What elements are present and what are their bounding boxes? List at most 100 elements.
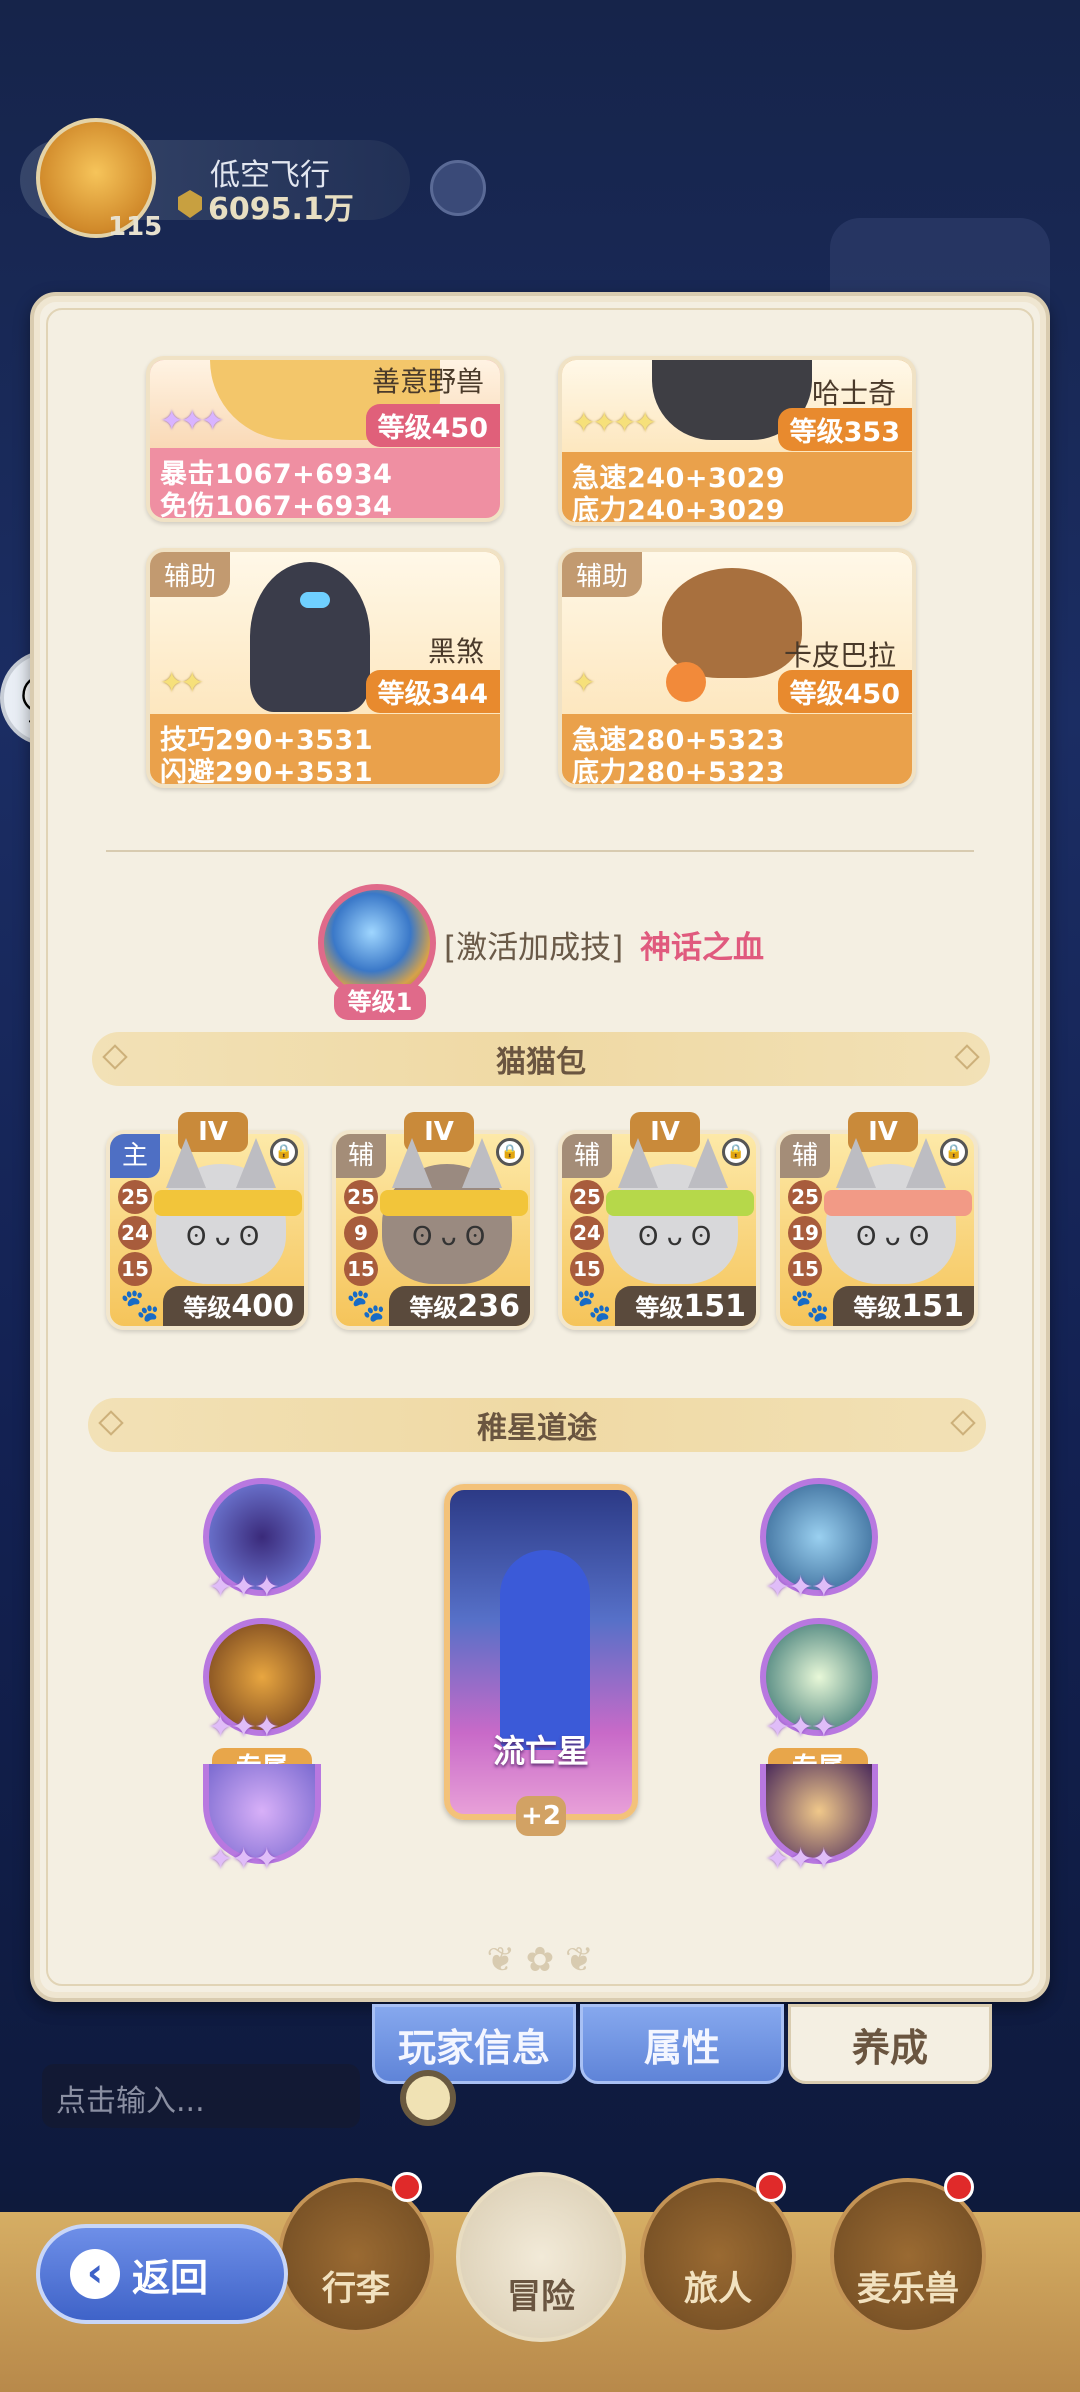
pet-name: 卡皮巴拉 <box>783 639 896 672</box>
cat-bag-slot[interactable]: IV 辅 🔒 ʘ ᴗ ʘ 25 19 15 🐾 等级151 <box>776 1112 978 1330</box>
cat-bag-title: 猫猫包 <box>496 1045 586 1080</box>
nav-label: 冒险 <box>507 2277 575 2317</box>
lock-icon[interactable]: 🔒 <box>940 1138 968 1166</box>
orb-stars: ✦✦✦ <box>208 1842 279 1877</box>
section-divider <box>106 850 974 852</box>
notification-dot <box>756 2172 786 2202</box>
tab-attributes[interactable]: 属性 <box>580 2004 784 2084</box>
bag-stat-value: 15 <box>788 1252 822 1286</box>
paw-icon: 🐾 <box>572 1286 612 1324</box>
crown-icon[interactable] <box>430 160 486 216</box>
bag-stats: 25 9 15 <box>344 1180 378 1286</box>
pet-stars: ✦✦✦ <box>160 404 224 437</box>
chat-input[interactable]: 点击输入... <box>42 2064 360 2128</box>
bag-stat-value: 19 <box>788 1216 822 1250</box>
back-button[interactable]: ‹ 返回 <box>36 2224 288 2324</box>
pet-card[interactable]: ✦✦✦✦ 哈士奇 等级353 急速240+3029 底力240+3029 <box>558 356 916 526</box>
bag-stat-value: 25 <box>788 1180 822 1214</box>
star-path-card[interactable]: 流亡星 <box>444 1484 638 1820</box>
player-level: 115 <box>108 212 163 242</box>
bag-role: 主 <box>110 1134 160 1178</box>
bag-level-prefix: 等级 <box>409 1294 458 1322</box>
bag-stat-value: 25 <box>344 1180 378 1214</box>
pet-role-tag: 辅助 <box>562 552 643 597</box>
bag-level-value: 151 <box>901 1289 964 1324</box>
star-card-figure <box>500 1550 590 1750</box>
bag-level-prefix: 等级 <box>853 1294 902 1322</box>
diamond-ornament-icon <box>102 1044 128 1070</box>
bag-stats: 25 24 15 <box>118 1180 152 1286</box>
cat-bag-header: 猫猫包 <box>92 1032 990 1086</box>
bag-stat-value: 24 <box>118 1216 152 1250</box>
pet-card[interactable]: 辅助 ✦✦ 黑煞 等级344 技巧290+3531 闪避290+3531 <box>146 548 504 788</box>
bag-level: 等级400 <box>163 1286 304 1326</box>
bag-stat-value: 9 <box>344 1216 378 1250</box>
tab-player-info[interactable]: 玩家信息 <box>372 2004 576 2084</box>
star-path-header: 稚星道途 <box>88 1398 986 1452</box>
paw-icon: 🐾 <box>346 1286 386 1324</box>
pet-level: 等级353 <box>777 408 912 451</box>
cat-bag-icon: ʘ ᴗ ʘ <box>608 1138 738 1284</box>
bag-stat-value: 15 <box>118 1252 152 1286</box>
nav-label: 麦乐兽 <box>857 2269 959 2309</box>
bag-role: 辅 <box>780 1134 830 1178</box>
pet-role-tag: 辅助 <box>150 552 231 597</box>
panel-bottom-ornament: ❦ ✿ ❦ <box>486 1940 594 1980</box>
bag-level-value: 151 <box>683 1289 746 1324</box>
star-path-title: 稚星道途 <box>477 1411 597 1446</box>
lock-icon[interactable]: 🔒 <box>496 1138 524 1166</box>
orb-stars: ✦✦✦ <box>765 1710 836 1745</box>
bag-headband <box>824 1190 972 1216</box>
bag-stat-value: 24 <box>570 1216 604 1250</box>
bag-stat-value: 25 <box>118 1180 152 1214</box>
cat-bag-icon: ʘ ᴗ ʘ <box>382 1138 512 1284</box>
pet-card[interactable]: 辅助 ✦ 卡皮巴拉 等级450 急速280+5323 底力280+5323 <box>558 548 916 788</box>
bag-role: 辅 <box>336 1134 386 1178</box>
orb-stars: ✦✦✦ <box>208 1710 279 1745</box>
chat-toggle-button[interactable] <box>400 2070 456 2126</box>
player-power: 6095.1万 <box>208 192 354 227</box>
pet-stars: ✦ <box>572 666 596 699</box>
pet-portrait-eye <box>300 592 330 608</box>
cat-bag-slot[interactable]: IV 辅 🔒 ʘ ᴗ ʘ 25 9 15 🐾 等级236 <box>332 1112 534 1330</box>
diamond-ornament-icon <box>98 1410 124 1436</box>
orb-stars: ✦✦✦ <box>765 1570 836 1605</box>
pet-portrait <box>250 562 370 712</box>
tab-cultivation[interactable]: 养成 <box>788 2004 992 2084</box>
orb-stars: ✦✦✦ <box>765 1842 836 1877</box>
pet-stars: ✦✦ <box>160 666 204 699</box>
bag-level-value: 400 <box>231 1289 294 1324</box>
pet-portrait-fruit <box>666 662 706 702</box>
bag-level: 等级151 <box>615 1286 756 1326</box>
lock-icon[interactable]: 🔒 <box>722 1138 750 1166</box>
bag-role: 辅 <box>562 1134 612 1178</box>
diamond-ornament-icon <box>954 1044 980 1070</box>
bag-stats: 25 24 15 <box>570 1180 604 1286</box>
cat-bag-slot[interactable]: IV 主 🔒 ʘ ᴗ ʘ 25 24 15 🐾 等级400 <box>106 1112 308 1330</box>
lock-icon[interactable]: 🔒 <box>270 1138 298 1166</box>
bag-stat-value: 25 <box>570 1180 604 1214</box>
pet-level: 等级344 <box>365 670 500 713</box>
back-label: 返回 <box>132 2255 209 2300</box>
cat-bag-slot[interactable]: IV 辅 🔒 ʘ ᴗ ʘ 25 24 15 🐾 等级151 <box>558 1112 760 1330</box>
notification-dot <box>392 2172 422 2202</box>
pet-name: 善意野兽 <box>371 365 484 398</box>
paw-icon: 🐾 <box>120 1286 160 1324</box>
bag-stat-value: 15 <box>570 1252 604 1286</box>
pet-stat: 底力280+5323 <box>572 757 786 788</box>
bonus-skill-name[interactable]: 神话之血 <box>640 922 764 967</box>
nav-adventure[interactable]: 冒险 <box>456 2172 626 2342</box>
bag-level: 等级236 <box>389 1286 530 1326</box>
notification-dot <box>944 2172 974 2202</box>
star-card-bonus: +2 <box>516 1796 566 1836</box>
bag-level: 等级151 <box>833 1286 974 1326</box>
cat-bag-icon: ʘ ᴗ ʘ <box>826 1138 956 1284</box>
cat-bag-icon: ʘ ᴗ ʘ <box>156 1138 286 1284</box>
nav-label: 行李 <box>322 2269 390 2309</box>
pet-stat: 闪避290+3531 <box>160 757 374 788</box>
orb-stars: ✦✦✦ <box>208 1570 279 1605</box>
pet-card[interactable]: ✦✦✦ 善意野兽 等级450 暴击1067+6934 免伤1067+6934 <box>146 356 504 522</box>
pet-level: 等级450 <box>365 404 500 447</box>
bag-level-prefix: 等级 <box>635 1294 684 1322</box>
bag-stats: 25 19 15 <box>788 1180 822 1286</box>
